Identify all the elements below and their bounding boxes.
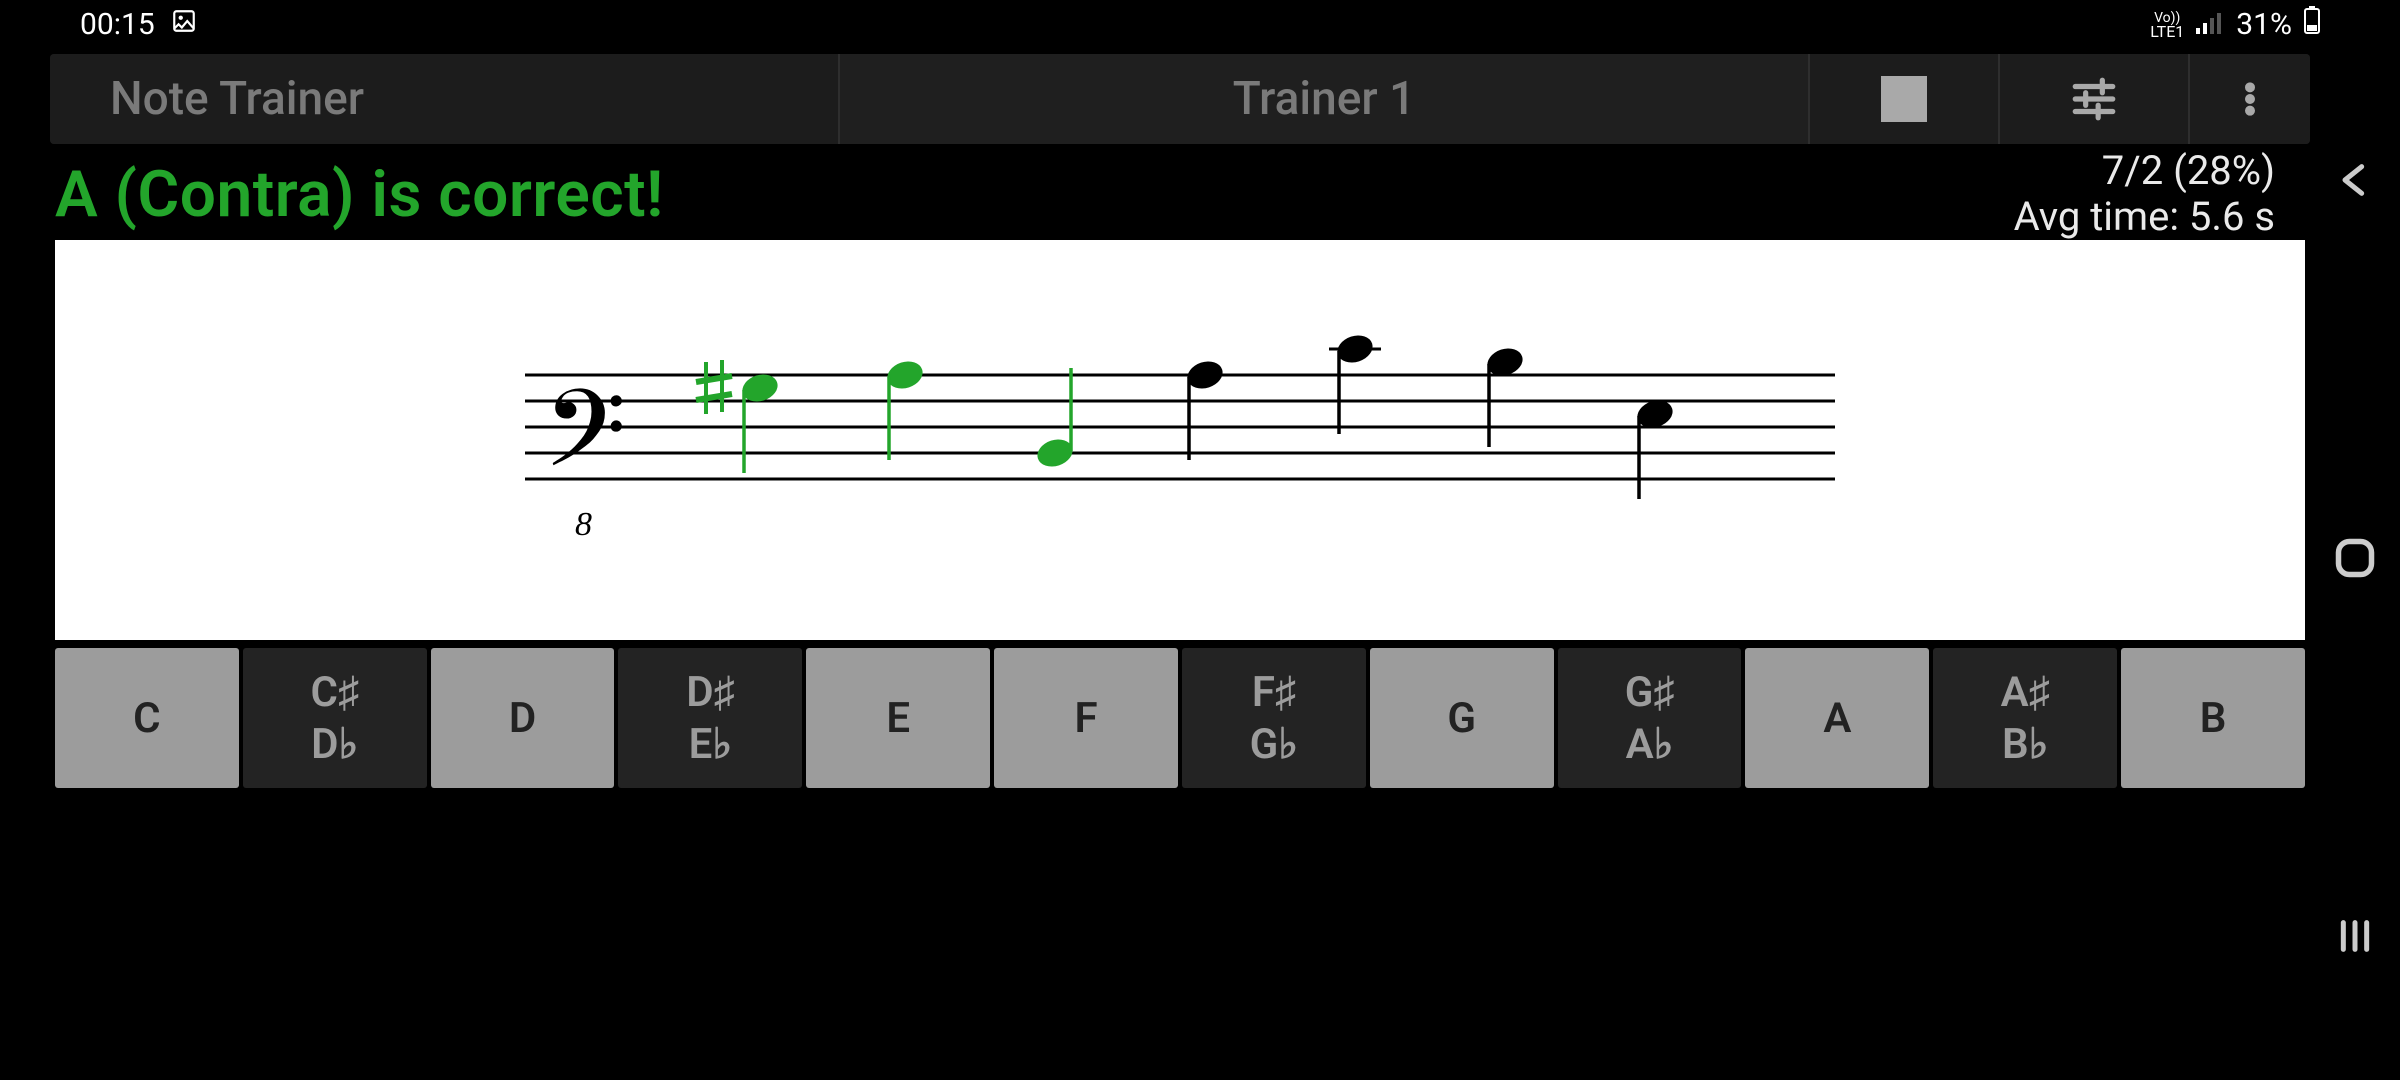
note-key-label-alt: E♭ (689, 719, 733, 769)
note-key-f-sharp[interactable]: F♯G♭ (1182, 648, 1366, 788)
nav-back-icon[interactable] (2335, 160, 2375, 204)
app-header: Note Trainer Trainer 1 (50, 54, 2310, 144)
status-row: A (Contra) is correct! 7/2 (28%) Avg tim… (55, 148, 2305, 240)
image-icon (171, 7, 197, 42)
note-key-f[interactable]: F (994, 648, 1178, 788)
note-key-b[interactable]: B (2121, 648, 2305, 788)
note-key-label: B (2200, 694, 2227, 743)
session-title: Trainer 1 (840, 54, 1810, 144)
svg-text:𝄢: 𝄢 (543, 372, 627, 516)
note-key-label: A (1823, 694, 1851, 743)
settings-sliders-button[interactable] (2000, 54, 2190, 144)
note-key-g[interactable]: G (1370, 648, 1554, 788)
status-time: 00:15 (80, 7, 155, 42)
note-key-label: F♯ (1252, 668, 1296, 717)
network-badge: Vo))LTE1 (2150, 10, 2184, 39)
note-key-label-alt: G♭ (1250, 719, 1298, 769)
note-key-label: E (886, 694, 910, 743)
note-key-label-alt: D♭ (311, 719, 358, 769)
note-key-label-alt: B♭ (2002, 719, 2048, 769)
score-ratio: 7/2 (28%) (2014, 148, 2275, 194)
note-key-label: A♯ (2001, 668, 2050, 717)
note-key-d-sharp[interactable]: D♯E♭ (618, 648, 802, 788)
stop-icon (1881, 76, 1927, 122)
sliders-icon (2069, 74, 2119, 124)
note-key-row: C C♯D♭ D D♯E♭ E F F♯G♭ G G♯A♭ A A♯B♭ B (55, 648, 2305, 788)
app-title: Note Trainer (50, 54, 840, 144)
note-key-label: G♯ (1625, 668, 1675, 717)
note-key-d[interactable]: D (431, 648, 615, 788)
note-key-label: D (509, 694, 536, 743)
signal-icon (2196, 7, 2224, 42)
avg-time: Avg time: 5.6 s (2014, 194, 2275, 240)
note-key-a-sharp[interactable]: A♯B♭ (1933, 648, 2117, 788)
nav-home-icon[interactable] (2333, 536, 2377, 584)
feedback-message: A (Contra) is correct! (55, 157, 664, 232)
note-key-label: D♯ (686, 668, 734, 717)
note-key-label: F (1075, 694, 1098, 743)
nav-recents-icon[interactable] (2335, 916, 2375, 960)
staff-svg: 𝄢8 (55, 240, 2305, 640)
note-key-label-alt: A♭ (1626, 719, 1674, 769)
note-key-g-sharp[interactable]: G♯A♭ (1558, 648, 1742, 788)
note-key-e[interactable]: E (806, 648, 990, 788)
note-key-label: G (1447, 694, 1476, 743)
music-staff: 𝄢8 (55, 240, 2305, 640)
stop-button[interactable] (1810, 54, 2000, 144)
note-key-label: C (133, 694, 160, 743)
score-stats: 7/2 (28%) Avg time: 5.6 s (2014, 148, 2305, 240)
svg-text:8: 8 (575, 506, 592, 543)
android-status-bar: 00:15 Vo))LTE1 31% (0, 0, 2400, 48)
system-nav-bar (2310, 0, 2400, 1080)
battery-percentage: 31% (2236, 7, 2292, 42)
overflow-menu-button[interactable] (2190, 54, 2310, 144)
more-vert-icon (2230, 74, 2270, 124)
note-key-c[interactable]: C (55, 648, 239, 788)
note-key-c-sharp[interactable]: C♯D♭ (243, 648, 427, 788)
note-key-label: C♯ (311, 668, 359, 717)
note-key-a[interactable]: A (1745, 648, 1929, 788)
